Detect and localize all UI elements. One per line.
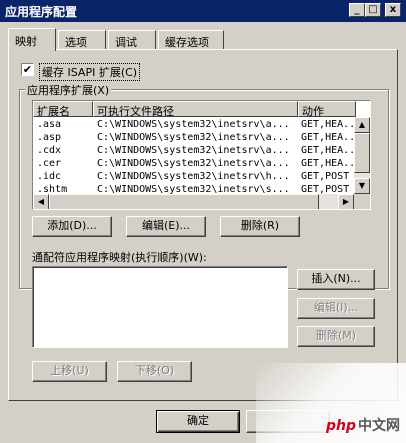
cell-verbs: GET,HEA... [301,132,356,143]
maximize-icon[interactable]: □ [365,3,381,17]
close-icon[interactable]: x [385,3,401,17]
edit-extension-button[interactable]: 编辑(E)... [126,216,206,237]
tab-mapping[interactable]: 映射 [8,28,56,51]
watermark-logo: php 中文网 [326,415,400,435]
insert-wildcard-button[interactable]: 插入(N)... [297,269,375,290]
table-row[interactable]: .cer C:\WINDOWS\system32\inetsrv\a... GE… [33,158,363,171]
cell-extension: .cdx [37,145,62,156]
scroll-left-icon[interactable]: ◀ [33,194,49,209]
table-row[interactable]: .cdx C:\WINDOWS\system32\inetsrv\a... GE… [33,145,363,158]
cell-path: C:\WINDOWS\system32\inetsrv\a... [97,132,290,143]
remove-extension-button[interactable]: 删除(R) [220,216,300,237]
remove-wildcard-button[interactable]: 删除(M) [297,326,375,347]
check-icon: ✔ [22,63,33,76]
window-title: 应用程序配置 [5,5,78,19]
add-extension-button[interactable]: 添加(D)... [32,216,112,237]
cell-path: C:\WINDOWS\system32\inetsrv\a... [97,119,290,130]
table-row[interactable]: .asp C:\WINDOWS\system32\inetsrv\a... GE… [33,132,363,145]
extensions-legend: 应用程序扩展(X) [25,82,112,98]
title-bar: 应用程序配置 [0,0,406,22]
scroll-thumb[interactable] [49,194,319,209]
tab-label: 选项 [65,36,87,49]
cell-verbs: GET,HEA... [301,145,356,156]
column-header-verbs[interactable]: 动作 [298,101,356,117]
cell-path: C:\WINDOWS\system32\inetsrv\h... [97,171,290,182]
tab-label: 映射 [15,35,37,48]
minimize-icon[interactable]: _ [349,3,365,17]
cell-extension: .shtm [37,184,68,194]
extensions-listview[interactable]: 扩展名 可执行文件路径 动作 .asa C:\WINDOWS\system32\… [32,100,371,210]
ok-button[interactable]: 确定 [156,410,240,433]
cell-extension: .cer [37,158,62,169]
move-down-button[interactable]: 下移(O) [117,361,192,382]
tab-options[interactable]: 选项 [58,30,106,50]
edit-wildcard-button[interactable]: 编辑(I)... [297,298,375,319]
scroll-corner [354,194,370,209]
move-up-button[interactable]: 上移(U) [32,361,107,382]
watermark-brand: php [325,418,356,434]
column-header-extension[interactable]: 扩展名 [33,101,93,117]
scroll-up-icon[interactable]: ▲ [354,117,370,133]
listview-header: 扩展名 可执行文件路径 动作 [33,101,370,117]
vertical-scrollbar[interactable]: ▲ ▼ [354,117,370,194]
watermark-text: 中文网 [358,418,400,434]
scroll-thumb[interactable] [354,133,370,173]
cell-path: C:\WINDOWS\system32\inetsrv\a... [97,145,290,156]
wildcard-label: 通配符应用程序映射(执行顺序)(W): [32,251,207,264]
cell-extension: .asa [37,119,62,130]
tab-debug[interactable]: 调试 [108,30,156,50]
cell-path: C:\WINDOWS\system32\inetsrv\a... [97,158,290,169]
tab-cache-options[interactable]: 缓存选项 [158,30,224,50]
cell-verbs: GET,HEA... [301,119,356,130]
cache-isapi-label[interactable]: 缓存 ISAPI 扩展(C) [39,63,141,81]
tab-label: 调试 [115,36,137,49]
scroll-right-icon[interactable]: ▶ [338,194,354,209]
table-row[interactable]: .asa C:\WINDOWS\system32\inetsrv\a... GE… [33,119,363,132]
cell-path: C:\WINDOWS\system32\inetsrv\s... [97,184,290,194]
tab-panel: ✔ 缓存 ISAPI 扩展(C) 应用程序扩展(X) 扩展名 可执行文件路径 动… [8,49,398,401]
cell-extension: .asp [37,132,62,143]
tab-label: 缓存选项 [165,36,209,49]
wildcard-listbox[interactable] [32,266,288,348]
cache-isapi-checkbox[interactable]: ✔ [21,63,34,76]
cell-verbs: GET,HEA... [301,158,356,169]
cell-verbs: GET,POST [301,184,350,194]
column-header-path[interactable]: 可执行文件路径 [93,101,298,117]
table-row[interactable]: .idc C:\WINDOWS\system32\inetsrv\h... GE… [33,171,363,184]
cell-verbs: GET,POST [301,171,350,182]
cell-extension: .idc [37,171,62,182]
horizontal-scrollbar[interactable]: ◀ ▶ [33,194,354,209]
scroll-down-icon[interactable]: ▼ [354,178,370,194]
table-row[interactable]: .shtm C:\WINDOWS\system32\inetsrv\s... G… [33,184,363,194]
